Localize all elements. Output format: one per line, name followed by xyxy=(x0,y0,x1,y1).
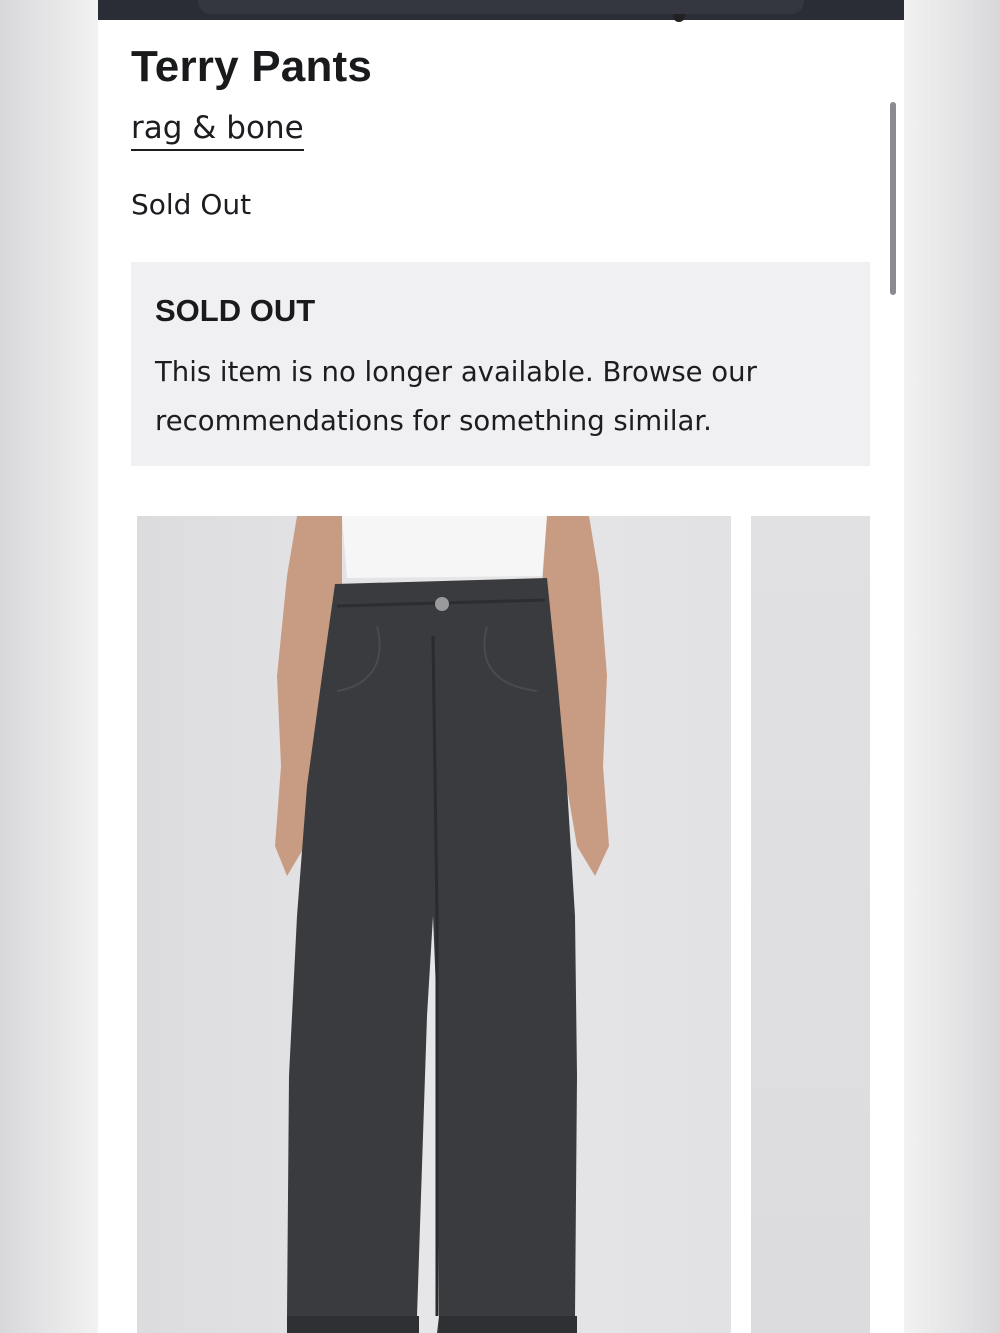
button-icon xyxy=(435,597,449,611)
model-illustration xyxy=(275,516,609,1333)
backdrop-left xyxy=(0,0,98,1333)
title-overflow-glyph xyxy=(653,14,689,28)
backdrop-right xyxy=(904,0,1000,1333)
notice-message: This item is no longer available. Browse… xyxy=(155,356,757,437)
sold-out-notice: SOLD OUT This item is no longer availabl… xyxy=(131,262,870,466)
image-gallery[interactable] xyxy=(137,516,870,1333)
product-image-main[interactable] xyxy=(137,516,731,1333)
notice-heading: SOLD OUT xyxy=(155,293,316,328)
white-top xyxy=(342,516,547,578)
address-bar[interactable] xyxy=(198,0,804,14)
availability-status: Sold Out xyxy=(131,188,252,221)
top-bar xyxy=(98,0,904,20)
brand-link[interactable]: rag & bone xyxy=(131,108,304,151)
product-title: Terry Pants xyxy=(131,42,373,91)
scrollbar[interactable] xyxy=(890,102,896,295)
product-page: Terry Pants rag & bone Sold Out SOLD OUT… xyxy=(98,0,904,1333)
product-image-next[interactable] xyxy=(751,516,870,1333)
